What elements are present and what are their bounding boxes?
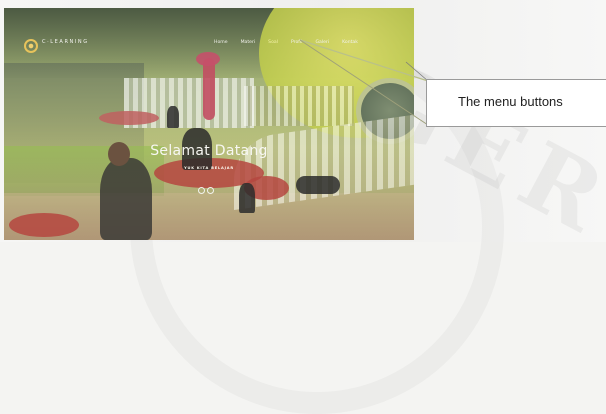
hero-title: Selamat Datang — [150, 143, 268, 159]
callout-box: The menu buttons — [426, 79, 606, 127]
website-screenshot: C·LEARNING Home Materi Soal Profil Galeri Kon… — [4, 8, 414, 240]
site-logo-text[interactable]: C·LEARNING — [42, 39, 89, 45]
slider-dots — [198, 187, 214, 194]
hero-subtitle: YUK KITA BELAJAR — [184, 166, 234, 170]
woman-reading — [100, 158, 152, 240]
child — [239, 183, 255, 213]
menu-item-materi[interactable]: Materi — [241, 40, 256, 45]
red-seat — [99, 111, 159, 125]
red-seat — [9, 213, 79, 237]
person-standing — [167, 106, 179, 128]
menu-item-soal[interactable]: Soal — [268, 40, 278, 45]
bookshelf-right — [244, 86, 354, 126]
menu-item-profil[interactable]: Profil — [291, 40, 302, 45]
logo-icon[interactable] — [24, 39, 38, 53]
slider-dot[interactable] — [207, 187, 214, 194]
menu-item-home[interactable]: Home — [214, 40, 228, 45]
person-lying — [296, 176, 340, 194]
slider-dot[interactable] — [198, 187, 205, 194]
site-navbar: C·LEARNING Home Materi Soal Profil Galeri Kon… — [4, 8, 414, 80]
menu-buttons: Home Materi Soal Profil Galeri Kontak — [214, 40, 371, 45]
menu-item-galeri[interactable]: Galeri — [315, 40, 329, 45]
callout-label: The menu buttons — [458, 94, 563, 109]
menu-item-kontak[interactable]: Kontak — [342, 40, 358, 45]
